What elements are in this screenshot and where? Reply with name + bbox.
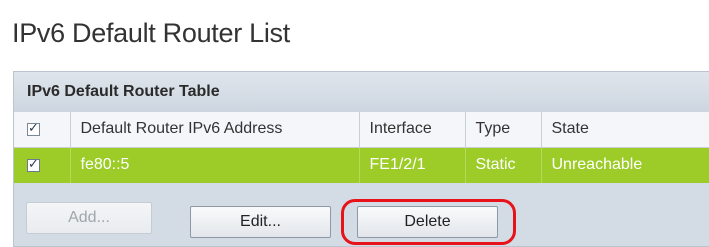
table-header-row: Default Router IPv6 Address Interface Ty… [14, 112, 709, 148]
column-header-type: Type [465, 112, 542, 148]
delete-highlight-ring [341, 199, 516, 245]
column-header-address: Default Router IPv6 Address [70, 112, 360, 148]
row-select-checkbox[interactable] [27, 156, 40, 172]
row-address: fe80::5 [70, 147, 360, 183]
table-row[interactable]: fe80::5 FE1/2/1 Static Unreachable [14, 147, 709, 183]
table-title: IPv6 Default Router Table [27, 83, 220, 100]
row-type: Static [465, 147, 542, 183]
edit-button[interactable]: Edit... [190, 206, 331, 238]
page-title: IPv6 Default Router List [12, 18, 290, 48]
select-all-cell [14, 112, 71, 148]
add-button[interactable]: Add... [26, 202, 152, 234]
row-state: Unreachable [541, 147, 709, 183]
row-interface: FE1/2/1 [359, 147, 466, 183]
table-header: IPv6 Default Router Table [14, 72, 709, 113]
router-table: Default Router IPv6 Address Interface Ty… [14, 112, 709, 183]
column-header-interface: Interface [359, 112, 466, 148]
column-header-state: State [541, 112, 709, 148]
row-select-cell [14, 147, 71, 183]
select-all-checkbox[interactable] [27, 120, 40, 136]
